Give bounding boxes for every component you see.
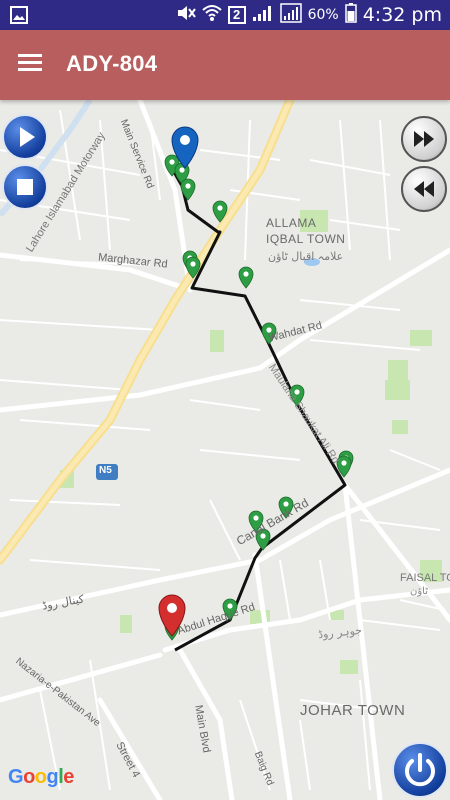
allama-iqbal-town-line2: IQBAL TOWN bbox=[266, 232, 346, 246]
vehicle-title: ADY-804 bbox=[66, 51, 158, 76]
rewind-button[interactable] bbox=[401, 166, 447, 212]
faisal-town-label: FAISAL TO bbox=[400, 572, 450, 584]
signal-icon-2 bbox=[279, 2, 302, 28]
hamburger-menu-icon[interactable] bbox=[12, 50, 48, 80]
fast-forward-icon bbox=[414, 131, 434, 147]
wifi-icon bbox=[201, 4, 222, 27]
rewind-icon bbox=[414, 181, 434, 197]
play-button[interactable] bbox=[2, 114, 48, 160]
fast-forward-button[interactable] bbox=[401, 116, 447, 162]
clock: 4:32 pm bbox=[362, 4, 442, 26]
stop-icon bbox=[17, 179, 33, 195]
battery-percent: 60% bbox=[307, 7, 339, 23]
n5-label: N5 bbox=[99, 465, 112, 476]
screen: 2 60% 4:32 pm ADY-804 Lahore Islamabad M… bbox=[0, 0, 450, 800]
power-button[interactable] bbox=[392, 742, 448, 798]
mute-icon bbox=[176, 4, 196, 27]
signal-icon bbox=[252, 4, 274, 27]
google-attribution: Google bbox=[8, 766, 74, 788]
allama-iqbal-town-line1: ALLAMA bbox=[266, 216, 317, 230]
status-right: 2 60% 4:32 pm bbox=[176, 0, 442, 30]
faisal-town-urdu-label: ٹاؤن bbox=[410, 586, 429, 597]
sim-badge: 2 bbox=[227, 6, 246, 24]
battery-icon bbox=[344, 2, 357, 28]
app-bar: ADY-804 bbox=[0, 30, 450, 100]
map-view[interactable]: Lahore Islamabad Motorway Main Service R… bbox=[0, 100, 450, 800]
status-bar: 2 60% 4:32 pm bbox=[0, 0, 450, 30]
gallery-icon bbox=[10, 6, 28, 29]
stop-button[interactable] bbox=[2, 164, 48, 210]
play-icon bbox=[20, 127, 35, 147]
johar-town-label: JOHAR TOWN bbox=[300, 702, 406, 719]
allama-iqbal-town-urdu: علامہ اقبال ٹاؤن bbox=[268, 250, 344, 263]
power-icon bbox=[405, 753, 435, 787]
